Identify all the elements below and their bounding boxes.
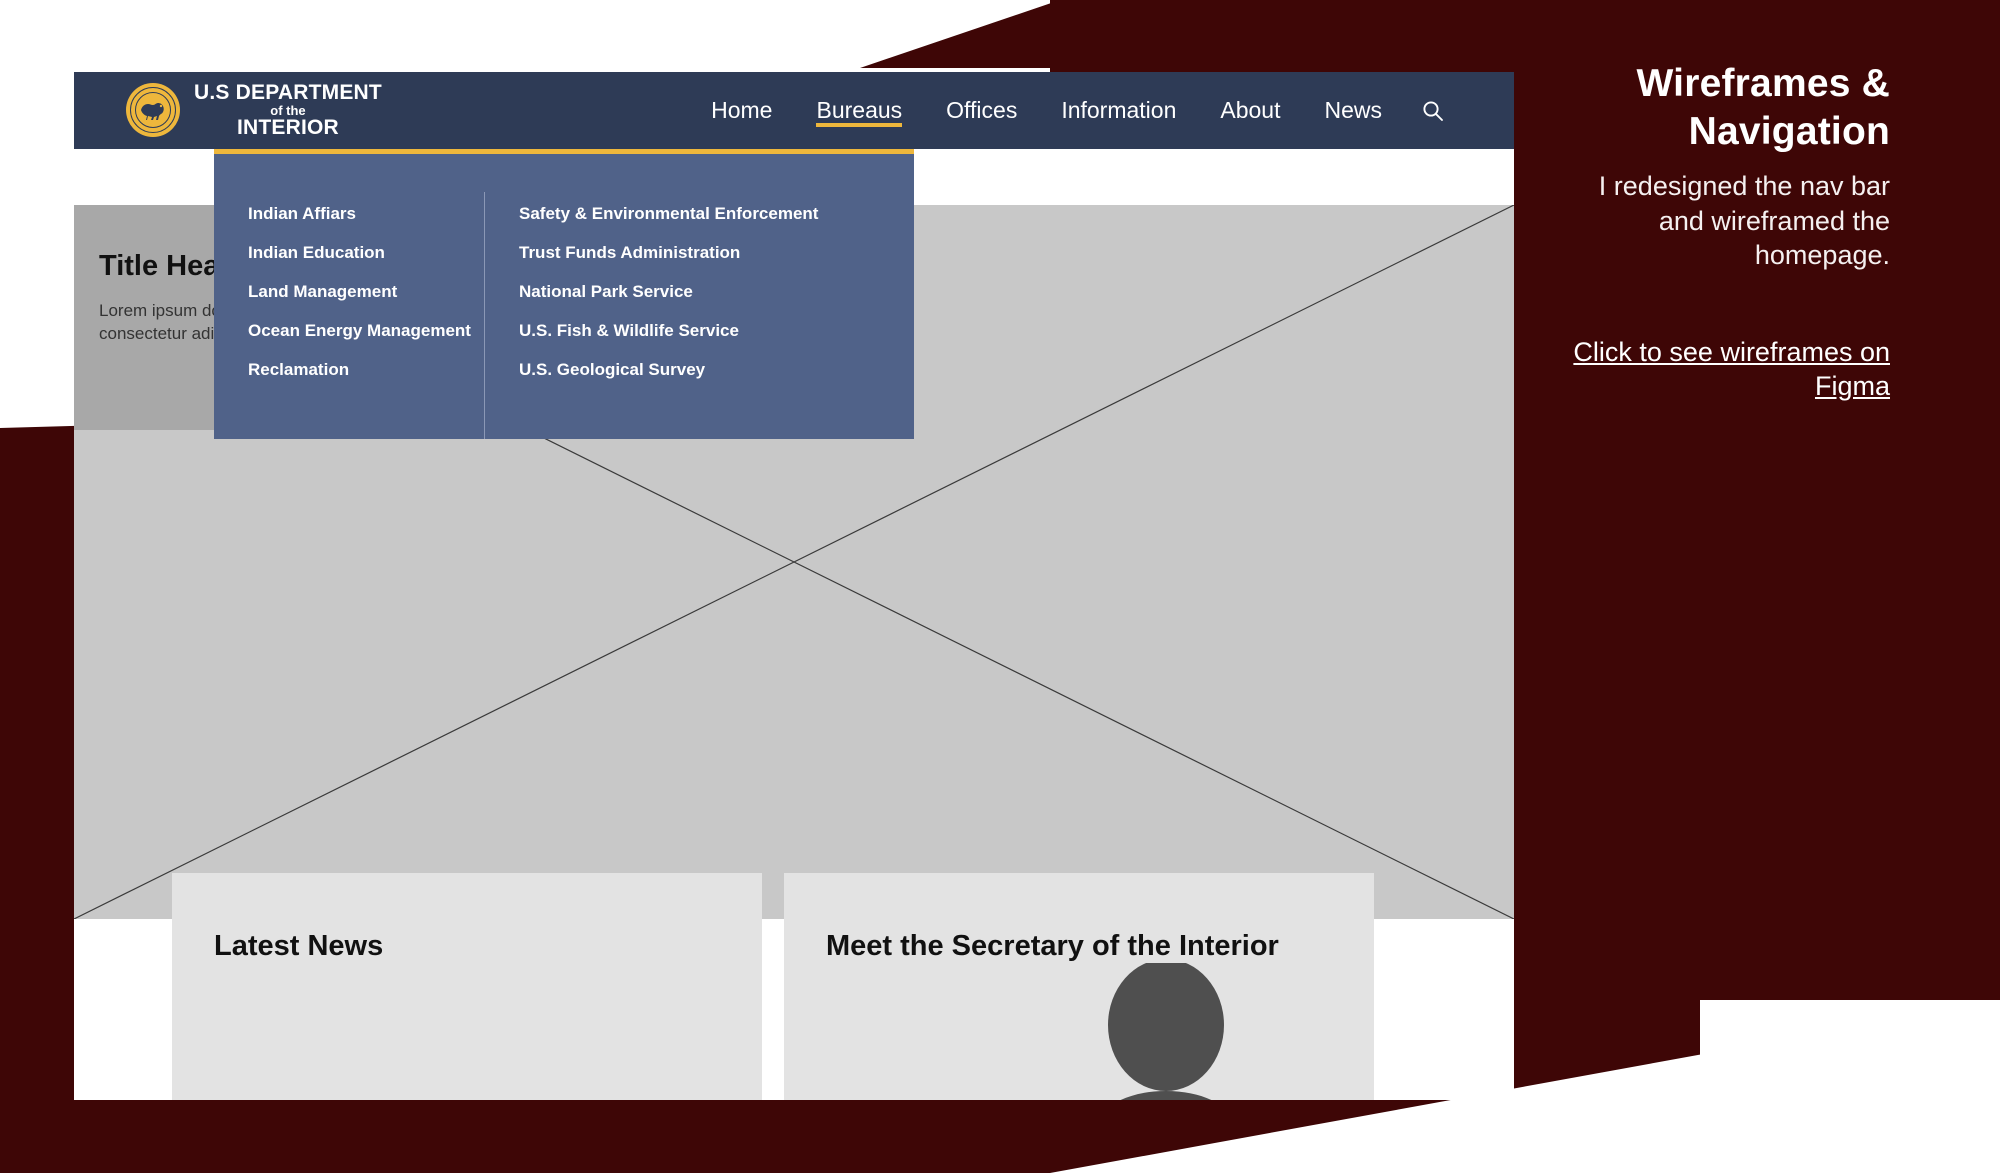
primary-nav-links: Home Bureaus Offices Information About N… xyxy=(689,72,1456,149)
nav-item-information[interactable]: Information xyxy=(1039,72,1198,149)
dropdown-item-safety-environmental-enforcement[interactable]: Safety & Environmental Enforcement xyxy=(519,194,894,233)
side-copy-panel: Wireframes & Navigation I redesigned the… xyxy=(1560,60,1890,404)
bureaus-dropdown-menu: Indian Affiars Indian Education Land Man… xyxy=(214,149,914,439)
figma-wireframes-link[interactable]: Click to see wireframes on Figma xyxy=(1560,335,1890,404)
brand-wordmark: U.S DEPARTMENT of the INTERIOR xyxy=(194,80,382,140)
nav-item-home[interactable]: Home xyxy=(689,72,794,149)
side-panel-title: Wireframes & Navigation xyxy=(1636,62,1890,153)
dropdown-item-reclamation[interactable]: Reclamation xyxy=(248,350,484,389)
latest-news-card[interactable]: Latest News xyxy=(172,873,762,1100)
meet-the-secretary-card[interactable]: Meet the Secretary of the Interior xyxy=(784,873,1374,1100)
screenshot-stage: U.S DEPARTMENT of the INTERIOR Home Bure… xyxy=(0,0,2000,1173)
brand-line-2: of the xyxy=(270,102,306,118)
latest-news-card-title: Latest News xyxy=(214,930,384,962)
site-brand[interactable]: U.S DEPARTMENT of the INTERIOR xyxy=(126,80,382,140)
dropdown-item-national-park-service[interactable]: National Park Service xyxy=(519,272,894,311)
dropdown-item-land-management[interactable]: Land Management xyxy=(248,272,484,311)
dropdown-item-trust-funds-administration[interactable]: Trust Funds Administration xyxy=(519,233,894,272)
nav-item-bureaus[interactable]: Bureaus xyxy=(794,72,924,149)
site-navigation-bar: U.S DEPARTMENT of the INTERIOR Home Bure… xyxy=(74,72,1514,149)
dropdown-column-left: Indian Affiars Indian Education Land Man… xyxy=(214,192,484,439)
dropdown-item-ocean-energy-management[interactable]: Ocean Energy Management xyxy=(248,311,484,350)
dropdown-item-indian-affairs[interactable]: Indian Affiars xyxy=(248,194,484,233)
dropdown-column-right: Safety & Environmental Enforcement Trust… xyxy=(484,192,894,439)
dropdown-item-us-geological-survey[interactable]: U.S. Geological Survey xyxy=(519,350,894,389)
white-bottom-right-block xyxy=(1700,1000,2000,1173)
maroon-top-diagonal-wedge xyxy=(860,0,1060,68)
brand-line-3: INTERIOR xyxy=(236,116,339,140)
dropdown-item-us-fish-wildlife-service[interactable]: U.S. Fish & Wildlife Service xyxy=(519,311,894,350)
dropdown-item-indian-education[interactable]: Indian Education xyxy=(248,233,484,272)
meet-the-secretary-card-title: Meet the Secretary of the Interior xyxy=(826,930,1279,962)
search-icon[interactable] xyxy=(1410,72,1456,149)
person-silhouette-icon xyxy=(1108,963,1224,1100)
website-mockup: U.S DEPARTMENT of the INTERIOR Home Bure… xyxy=(74,72,1514,1100)
nav-item-news[interactable]: News xyxy=(1302,72,1404,149)
nav-item-about[interactable]: About xyxy=(1198,72,1302,149)
brand-line-1: U.S DEPARTMENT xyxy=(194,80,382,104)
side-panel-description: I redesigned the nav bar and wireframed … xyxy=(1598,171,1890,271)
nav-item-offices[interactable]: Offices xyxy=(924,72,1039,149)
doi-bison-seal-icon xyxy=(126,83,180,138)
card-row: Latest News Meet the Secretary of the In… xyxy=(74,873,1514,1100)
